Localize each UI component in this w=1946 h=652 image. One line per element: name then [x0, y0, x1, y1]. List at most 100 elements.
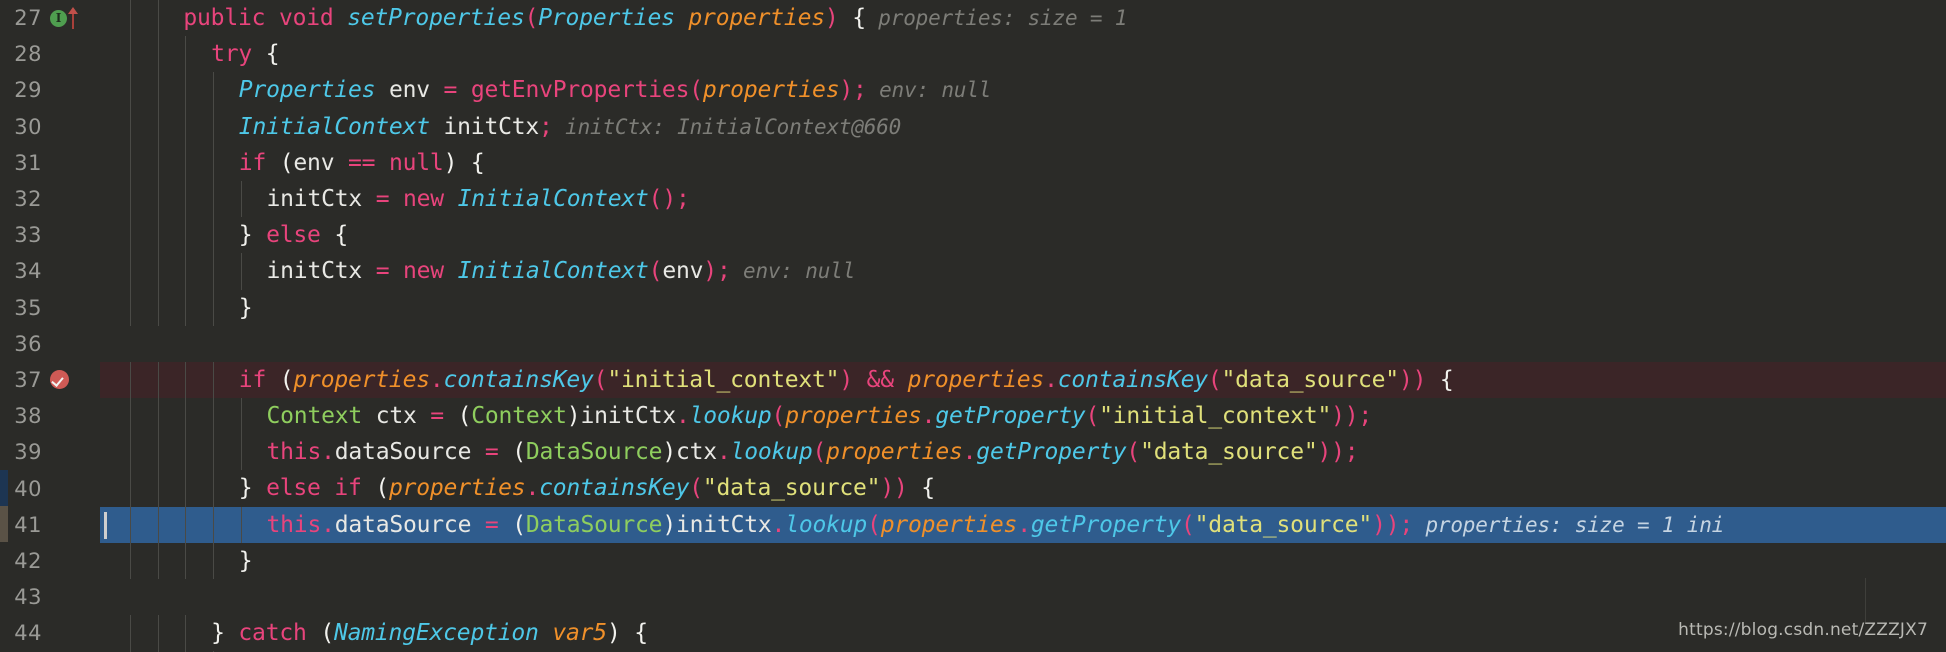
code-token: ctx [676, 439, 717, 466]
code-line[interactable]: try { [100, 36, 1946, 73]
code-token: else [266, 475, 321, 502]
gutter-row[interactable]: 41 [0, 507, 100, 543]
gutter-row[interactable]: 39 [0, 434, 100, 470]
code-line[interactable] [100, 579, 1946, 615]
gutter-row[interactable]: 27 I [0, 0, 100, 36]
breakpoint-checked-icon[interactable] [50, 370, 69, 390]
code-token: properties [826, 439, 963, 466]
code-line[interactable]: } [100, 289, 1946, 326]
line-number: 40 [14, 476, 42, 501]
gutter-row[interactable]: 28 [0, 36, 100, 72]
code-token: dataSource [334, 439, 472, 466]
code-token: initCtx [676, 511, 772, 538]
code-token: ( [457, 403, 472, 430]
code-token: ( [648, 258, 663, 285]
gutter-icon-group[interactable]: I [50, 7, 79, 30]
code-line[interactable]: initCtx = new InitialContext(); [100, 180, 1946, 218]
inline-debug-hint: env: null [730, 259, 856, 284]
up-arrow-icon[interactable] [68, 7, 79, 30]
line-number: 33 [14, 223, 42, 248]
code-token: ( [524, 5, 539, 31]
code-token: Properties [238, 77, 376, 104]
code-token: } [211, 620, 225, 647]
code-line[interactable]: Context ctx = (Context)initCtx.lookup(pr… [100, 398, 1946, 435]
code-token: Context [266, 403, 363, 430]
gutter-row[interactable]: 44 [0, 615, 100, 651]
gutter-row[interactable]: 34 [0, 253, 100, 289]
code-line[interactable]: this.dataSource = (DataSource)initCtx.lo… [100, 506, 1946, 543]
gutter-icon-group[interactable] [50, 370, 69, 390]
code-token: properties [907, 366, 1045, 393]
code-token: { [1439, 366, 1454, 393]
gutter-row[interactable]: 29 [0, 72, 100, 108]
code-token: . [771, 511, 786, 538]
code-token: ; [1344, 439, 1359, 466]
code-line-text: } else if (properties.containsKey("data_… [100, 470, 935, 506]
code-token: ( [593, 366, 608, 393]
code-token: env [388, 77, 430, 104]
code-line[interactable]: initCtx = new InitialContext(env); env: … [100, 253, 1946, 290]
code-token: ; [539, 113, 553, 140]
code-token: env [293, 149, 335, 176]
code-token: ) [839, 77, 854, 104]
code-token: initCtx [266, 258, 363, 285]
code-line[interactable]: } catch (NamingException var5) { [100, 615, 1946, 652]
code-line[interactable] [100, 326, 1946, 362]
code-token: )) [880, 475, 908, 502]
code-line-text: public void setProperties(Properties pro… [100, 0, 1127, 36]
gutter-row[interactable]: 42 [0, 543, 100, 579]
gutter-row[interactable]: 36 [0, 326, 100, 362]
gutter-row[interactable]: 31 [0, 145, 100, 181]
code-line[interactable]: if (properties.containsKey("initial_cont… [100, 361, 1946, 399]
code-line[interactable]: } else if (properties.containsKey("data_… [100, 470, 1946, 507]
code-line[interactable]: public void setProperties(Properties pro… [100, 0, 1946, 37]
code-token: lookup [785, 511, 868, 538]
code-token: ) [443, 149, 458, 176]
gutter-row[interactable]: 43 [0, 579, 100, 615]
gutter-row[interactable]: 37 [0, 362, 100, 398]
code-token: DataSource [525, 511, 663, 538]
gutter-row[interactable]: 32 [0, 181, 100, 217]
code-line[interactable]: } else { [100, 217, 1946, 254]
code-line[interactable]: InitialContext initCtx; initCtx: Initial… [100, 108, 1946, 145]
editor-code-area[interactable]: public void setProperties(Properties pro… [100, 0, 1946, 652]
editor-gutter[interactable]: 27I2829303132333435363738394041424344454… [0, 0, 100, 652]
code-token: ( [812, 439, 827, 466]
code-line[interactable]: this.dataSource = (DataSource)ctx.lookup… [100, 434, 1946, 471]
code-token: ; [675, 185, 690, 212]
line-number: 37 [14, 367, 42, 392]
line-number: 44 [14, 621, 42, 646]
code-line-text: } catch (NamingException var5) { [100, 615, 648, 651]
gutter-row[interactable]: 35 [0, 290, 100, 326]
code-line-text: InitialContext initCtx; initCtx: Initial… [100, 109, 902, 145]
code-token: new [403, 258, 444, 285]
gutter-row[interactable]: 40 [0, 470, 100, 506]
implementation-marker-icon[interactable]: I [50, 9, 67, 27]
line-number: 41 [14, 512, 42, 537]
inline-debug-hint: properties: size = 1 ini [1413, 512, 1725, 537]
code-token: lookup [730, 439, 813, 466]
code-line[interactable]: if (env == null) { [100, 144, 1946, 181]
code-editor[interactable]: 27I2829303132333435363738394041424344454… [0, 0, 1946, 652]
code-token: . [321, 511, 335, 538]
code-token: if [238, 149, 267, 176]
code-token: containsKey [1057, 366, 1208, 393]
code-token: { [852, 5, 866, 31]
code-line[interactable]: } [100, 542, 1946, 579]
code-token: DataSource [525, 439, 663, 466]
code-line[interactable]: Properties env = getEnvProperties(proper… [100, 72, 1946, 109]
code-token: env [662, 258, 704, 285]
gutter-row[interactable]: 38 [0, 398, 100, 434]
code-token: ) [824, 5, 839, 31]
gutter-row[interactable]: 33 [0, 217, 100, 253]
gutter-row[interactable]: 30 [0, 109, 100, 145]
scroll-indicator [1865, 578, 1866, 624]
